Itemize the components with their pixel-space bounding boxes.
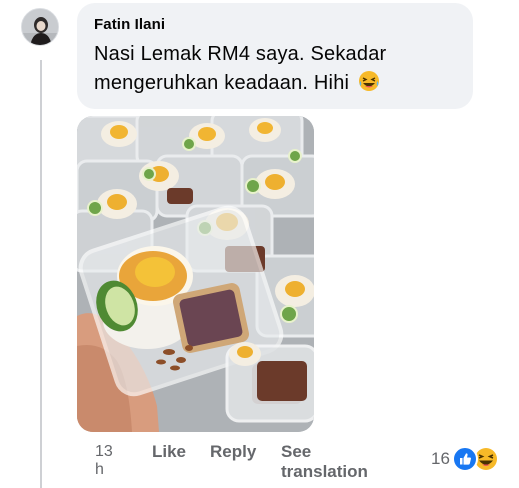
reply-button[interactable]: Reply (210, 442, 256, 462)
see-translation-button[interactable]: See translation (281, 442, 368, 482)
laughing-face-icon (358, 70, 380, 101)
avatar[interactable] (21, 8, 59, 46)
comment-author[interactable]: Fatin Ilani (94, 15, 457, 35)
reaction-count: 16 (431, 449, 450, 468)
see-translation-line-1: See (281, 442, 312, 461)
like-icon (451, 446, 478, 472)
reply-thread-line (40, 60, 42, 488)
comment-photo[interactable] (77, 116, 314, 432)
like-button[interactable]: Like (152, 442, 186, 462)
comment-text: Nasi Lemak RM4 saya. Sekadar mengeruhkan… (94, 40, 457, 101)
see-translation-line-2: translation (281, 462, 368, 481)
comment-timestamp[interactable]: 13 h (95, 443, 117, 479)
comment-text-line-2: mengeruhkan keadaan. Hihi (94, 72, 350, 94)
comment-bubble: Fatin Ilani Nasi Lemak RM4 saya. Sekadar… (77, 3, 473, 109)
reactions-summary[interactable]: 16 (431, 446, 499, 472)
comment-text-line-1: Nasi Lemak RM4 saya. Sekadar (94, 43, 387, 65)
